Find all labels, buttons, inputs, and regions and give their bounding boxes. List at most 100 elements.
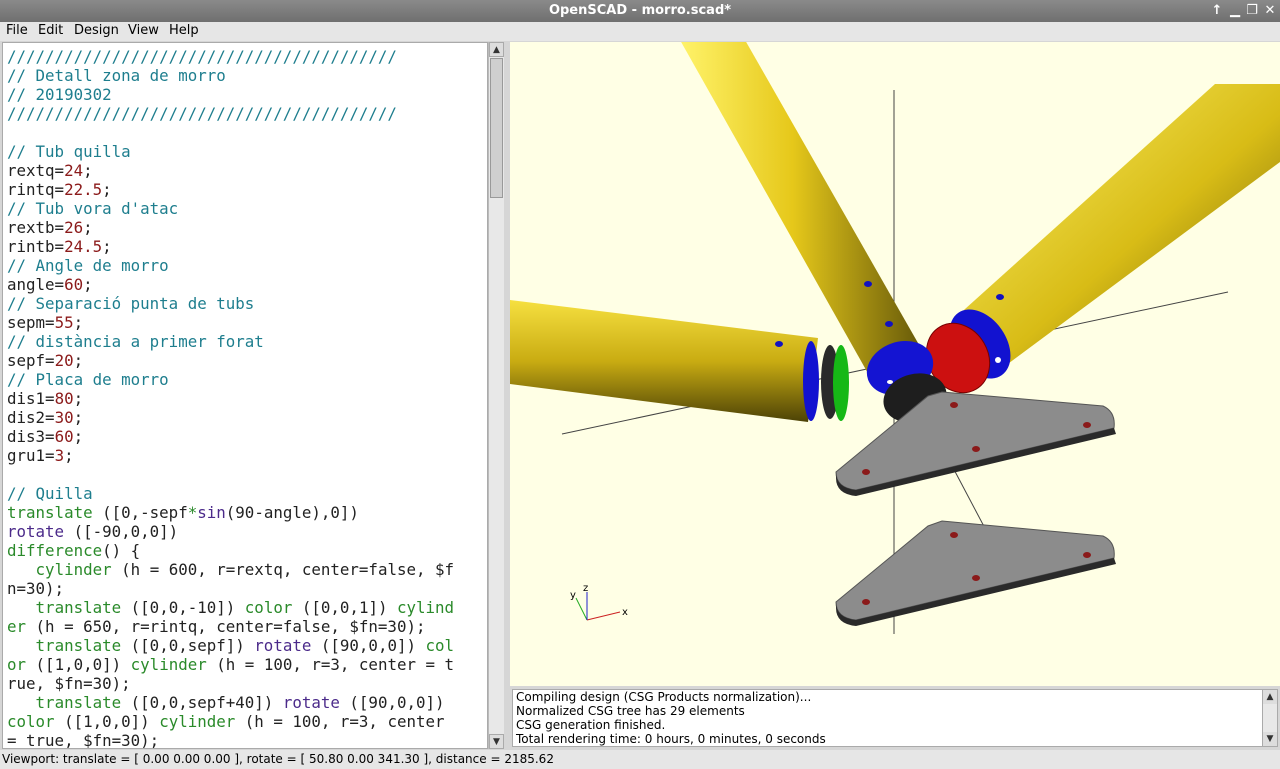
code-line[interactable]: translate ([0,-sepf*sin(90-angle),0]) bbox=[7, 503, 454, 522]
code-token: 24.5 bbox=[64, 237, 103, 256]
code-line[interactable]: // 20190302 bbox=[7, 85, 454, 104]
code-line[interactable]: dis2=30; bbox=[7, 408, 454, 427]
code-line[interactable]: angle=60; bbox=[7, 275, 454, 294]
console-scroll-up-icon[interactable]: ▲ bbox=[1263, 690, 1277, 704]
code-line[interactable]: rextb=26; bbox=[7, 218, 454, 237]
menu-help[interactable]: Help bbox=[169, 23, 199, 38]
code-token: er bbox=[7, 617, 36, 636]
code-text[interactable]: ////////////////////////////////////////… bbox=[7, 47, 455, 748]
title-bar: OpenSCAD - morro.scad* ↑ ▁ ❐ ✕ bbox=[0, 0, 1280, 22]
code-line[interactable]: rotate ([-90,0,0]) bbox=[7, 522, 454, 541]
code-line[interactable]: // Quilla bbox=[7, 484, 454, 503]
code-line[interactable]: = true, $fn=30); bbox=[7, 731, 454, 748]
code-line[interactable]: rintb=24.5; bbox=[7, 237, 454, 256]
code-line[interactable]: rintq=22.5; bbox=[7, 180, 454, 199]
code-token: color bbox=[244, 598, 302, 617]
code-token: ; bbox=[102, 180, 112, 199]
code-editor[interactable]: ////////////////////////////////////////… bbox=[2, 42, 488, 749]
minimize-icon[interactable]: ▁ bbox=[1226, 2, 1244, 20]
code-token: ([90,0,0]) bbox=[349, 693, 445, 712]
code-line[interactable]: ////////////////////////////////////////… bbox=[7, 47, 454, 66]
code-line[interactable]: // Angle de morro bbox=[7, 256, 454, 275]
code-line[interactable]: dis1=80; bbox=[7, 389, 454, 408]
code-token: rotate bbox=[7, 522, 74, 541]
code-line[interactable]: // distància a primer forat bbox=[7, 332, 454, 351]
code-token: // Tub quilla bbox=[7, 142, 131, 161]
code-line[interactable]: color ([1,0,0]) cylinder (h = 100, r=3, … bbox=[7, 712, 454, 731]
code-token: ////////////////////////////////////////… bbox=[7, 104, 397, 123]
console-line: Normalized CSG tree has 29 elements bbox=[516, 704, 745, 718]
code-line[interactable] bbox=[7, 123, 454, 142]
code-token: rextq= bbox=[7, 161, 65, 180]
code-line[interactable]: translate ([0,0,sepf]) rotate ([90,0,0])… bbox=[7, 636, 455, 655]
code-token: // 20190302 bbox=[7, 85, 112, 104]
code-line[interactable]: er (h = 650, r=rintq, center=false, $fn=… bbox=[7, 617, 454, 636]
scroll-down-icon[interactable]: ▼ bbox=[489, 734, 504, 749]
code-line[interactable] bbox=[7, 465, 454, 484]
code-line[interactable]: or ([1,0,0]) cylinder (h = 100, r=3, cen… bbox=[7, 655, 454, 674]
code-token: (h = 650, r=rintq, center=false, $fn=30)… bbox=[35, 617, 426, 636]
hole bbox=[885, 321, 893, 327]
console-scroll-down-icon[interactable]: ▼ bbox=[1263, 732, 1277, 746]
menu-view[interactable]: View bbox=[128, 23, 159, 38]
code-line[interactable]: // Separació punta de tubs bbox=[7, 294, 454, 313]
menu-edit[interactable]: Edit bbox=[38, 23, 63, 38]
code-line[interactable]: difference() { bbox=[7, 541, 454, 560]
code-line[interactable]: rue, $fn=30); bbox=[7, 674, 454, 693]
menu-design[interactable]: Design bbox=[74, 23, 119, 38]
code-token: rintb= bbox=[7, 237, 65, 256]
editor-scrollbar[interactable]: ▲ ▼ bbox=[488, 42, 504, 749]
3d-viewport[interactable]: x y z bbox=[510, 42, 1280, 686]
hole bbox=[887, 380, 893, 384]
code-token: ; bbox=[73, 351, 84, 370]
code-token: 80 bbox=[54, 389, 74, 408]
code-line[interactable]: translate ([0,0,-10]) color ([0,0,1]) cy… bbox=[7, 598, 455, 617]
menu-bar: File Edit Design View Help bbox=[0, 22, 1280, 41]
code-line[interactable]: // Placa de morro bbox=[7, 370, 454, 389]
code-line[interactable]: // Tub quilla bbox=[7, 142, 454, 161]
code-token: gru1= bbox=[7, 446, 55, 465]
code-line[interactable]: translate ([0,0,sepf+40]) rotate ([90,0,… bbox=[7, 693, 454, 712]
plate-hole bbox=[1083, 422, 1091, 428]
console-scrollbar[interactable]: ▲ ▼ bbox=[1262, 689, 1278, 747]
code-token: 24 bbox=[64, 161, 84, 180]
code-token: difference bbox=[7, 541, 103, 560]
code-line[interactable]: sepf=20; bbox=[7, 351, 454, 370]
code-line[interactable]: // Detall zona de morro bbox=[7, 66, 454, 85]
code-token: ([0,-sepf bbox=[102, 503, 188, 522]
console-output[interactable]: Compiling design (CSG Products normaliza… bbox=[512, 689, 1264, 747]
code-line[interactable]: dis3=60; bbox=[7, 427, 454, 446]
code-line[interactable]: n=30); bbox=[7, 579, 454, 598]
code-token: ([0,0,1]) bbox=[301, 598, 397, 617]
code-line[interactable]: gru1=3; bbox=[7, 446, 454, 465]
code-token: 3 bbox=[54, 446, 65, 465]
scroll-thumb[interactable] bbox=[490, 58, 503, 198]
code-line[interactable]: cylinder (h = 600, r=rextq, center=false… bbox=[7, 560, 454, 579]
code-token: () { bbox=[102, 541, 141, 560]
plate-hole bbox=[950, 532, 958, 538]
code-token: ; bbox=[83, 218, 93, 237]
code-token: // Detall zona de morro bbox=[7, 66, 226, 85]
code-line[interactable]: ////////////////////////////////////////… bbox=[7, 104, 454, 123]
code-line[interactable]: sepm=55; bbox=[7, 313, 454, 332]
code-token: ; bbox=[64, 446, 74, 465]
hole bbox=[864, 281, 872, 287]
plate-hole bbox=[862, 599, 870, 605]
hole bbox=[995, 357, 1001, 363]
close-icon[interactable]: ✕ bbox=[1261, 2, 1279, 20]
window-up-icon[interactable]: ↑ bbox=[1208, 2, 1226, 20]
code-token: (h = 600, r=rextq, center=false, $f bbox=[121, 560, 455, 579]
menu-file[interactable]: File bbox=[6, 23, 28, 38]
code-token: // distància a primer forat bbox=[7, 332, 264, 351]
code-token: 60 bbox=[64, 275, 84, 294]
code-token: cylinder bbox=[35, 560, 122, 579]
restore-icon[interactable]: ❐ bbox=[1243, 2, 1261, 20]
code-token: cylinder bbox=[130, 655, 217, 674]
code-token: cylinder bbox=[159, 712, 245, 731]
code-line[interactable]: // Tub vora d'atac bbox=[7, 199, 454, 218]
code-token: * bbox=[187, 503, 198, 522]
scroll-up-icon[interactable]: ▲ bbox=[489, 42, 504, 57]
code-token: ([1,0,0]) bbox=[64, 712, 160, 731]
code-line[interactable]: rextq=24; bbox=[7, 161, 454, 180]
